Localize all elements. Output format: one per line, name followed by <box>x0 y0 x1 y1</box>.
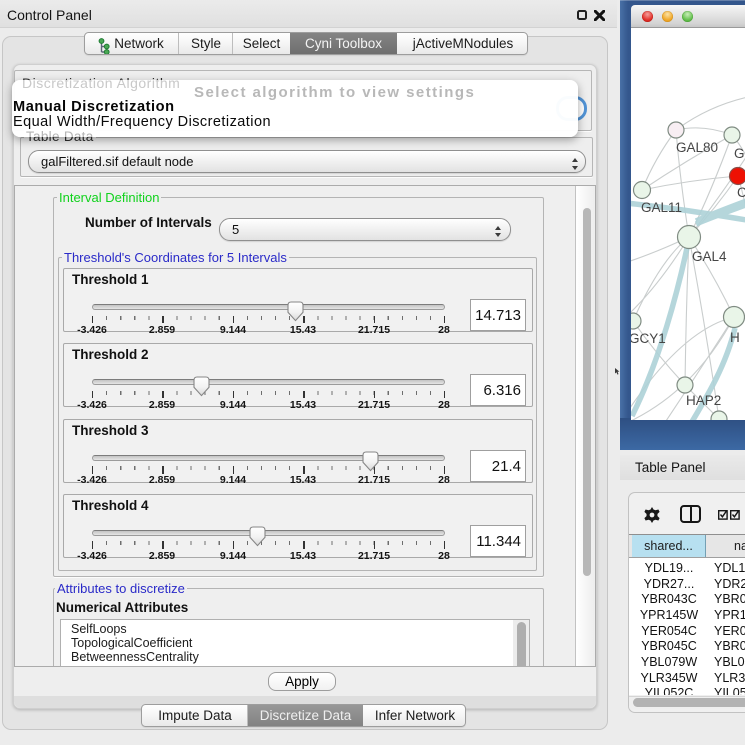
svg-text:GCY1: GCY1 <box>631 331 666 346</box>
svg-text:GAL80: GAL80 <box>676 140 718 155</box>
svg-text:G..: G.. <box>734 146 745 161</box>
svg-text:H: H <box>730 330 740 345</box>
svg-text:HAP2: HAP2 <box>686 393 721 408</box>
svg-text:GAL11: GAL11 <box>641 200 682 215</box>
svg-text:C: C <box>737 185 745 200</box>
svg-text:GAL4: GAL4 <box>692 249 727 264</box>
